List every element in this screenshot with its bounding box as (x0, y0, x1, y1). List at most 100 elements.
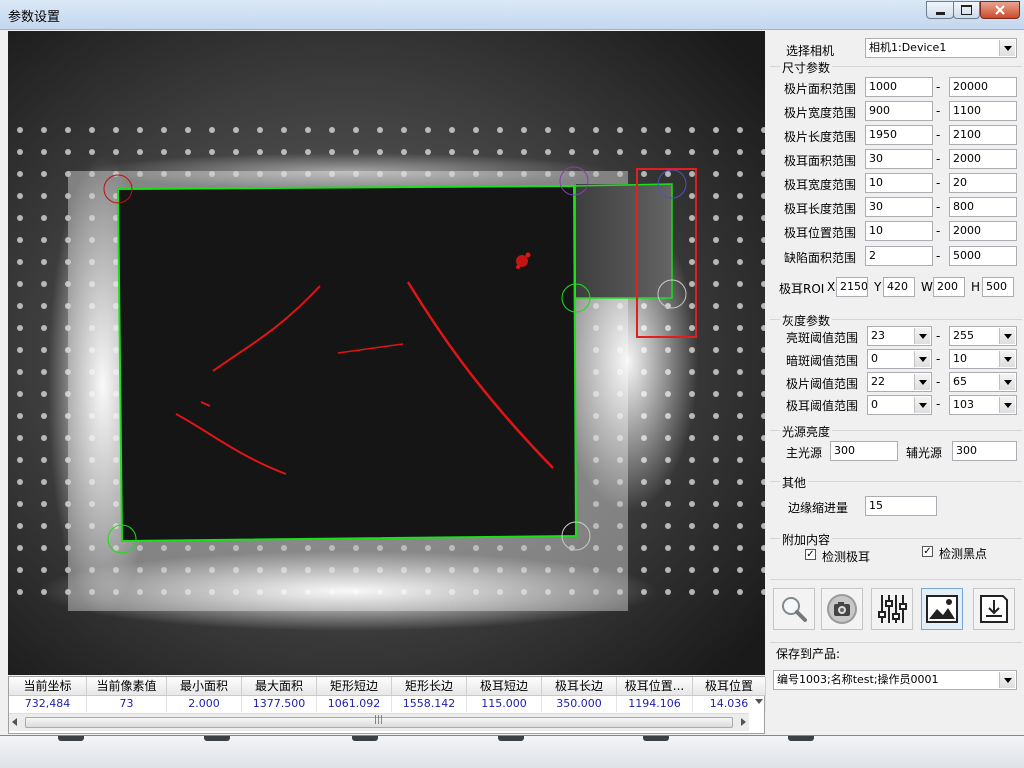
column-header[interactable]: 极耳短边 (467, 677, 542, 695)
column-header[interactable]: 极耳长边 (542, 677, 617, 695)
dark-max-select[interactable]: 10 (949, 349, 1017, 369)
tab-length-min-input[interactable]: 30 (865, 197, 933, 217)
taskbar-item-marker[interactable] (643, 735, 669, 741)
image-viewer[interactable] (8, 31, 765, 675)
column-header[interactable]: 矩形短边 (317, 677, 392, 695)
width-min-input[interactable]: 900 (865, 101, 933, 121)
tab-position-max-input[interactable]: 2000 (949, 221, 1017, 241)
sheet-max-select[interactable]: 65 (949, 372, 1017, 392)
tab-area-max-input[interactable]: 2000 (949, 149, 1017, 169)
param-label: 极片宽度范围 (784, 106, 857, 120)
table-cell: 73 (87, 696, 167, 712)
defect-area-max-input[interactable]: 5000 (949, 246, 1017, 266)
camera-icon (827, 594, 857, 624)
image-button[interactable] (921, 588, 963, 630)
tab-length-max-input[interactable]: 800 (949, 197, 1017, 217)
tab-position-min-input[interactable]: 10 (865, 221, 933, 241)
range-dash: - (936, 128, 941, 142)
camera-select[interactable]: 相机1:Device1 (865, 38, 1017, 58)
chevron-down-icon (999, 351, 1015, 367)
bright-max-select[interactable]: 255 (949, 326, 1017, 346)
column-header[interactable]: 极耳位置 (693, 677, 766, 695)
minimize-button[interactable] (926, 1, 954, 19)
column-header[interactable]: 矩形长边 (392, 677, 467, 695)
close-button[interactable] (980, 1, 1020, 19)
tab-width-min-input[interactable]: 10 (865, 173, 933, 193)
taskbar-item-marker[interactable] (204, 735, 230, 741)
chevron-down-icon (999, 374, 1015, 390)
area-min-input[interactable]: 1000 (865, 77, 933, 97)
camera-image (8, 31, 765, 675)
group-title: 其他 (780, 474, 809, 491)
taskbar-item-marker[interactable] (352, 735, 378, 741)
zoom-button[interactable] (773, 588, 815, 630)
tab-min-select[interactable]: 0 (867, 395, 932, 415)
column-header[interactable]: 当前像素值 (87, 677, 167, 695)
range-dash: - (936, 104, 941, 118)
aux-light-input[interactable]: 300 (952, 441, 1017, 461)
table-cell: 732,484 (9, 696, 87, 712)
column-header[interactable]: 最大面积 (242, 677, 317, 695)
detect-dot-label: 检测黑点 (939, 547, 988, 561)
dark-min-select[interactable]: 0 (867, 349, 932, 369)
defect-area-min-input[interactable]: 2 (865, 246, 933, 266)
taskbar-item-marker[interactable] (788, 735, 814, 741)
length-max-input[interactable]: 2100 (949, 125, 1017, 145)
scroll-left-arrow[interactable] (12, 718, 17, 726)
sheet-min-select[interactable]: 22 (867, 372, 932, 392)
roi-w-input[interactable]: 200 (933, 277, 965, 297)
column-header[interactable]: 当前坐标 (9, 677, 87, 695)
save-button[interactable] (973, 588, 1015, 630)
tab-max-select[interactable]: 103 (949, 395, 1017, 415)
taskbar-item-marker[interactable] (498, 735, 524, 741)
other-group: 其他 (770, 474, 1022, 491)
scroll-down-arrow[interactable] (755, 699, 763, 704)
range-dash: - (936, 249, 941, 263)
param-label: 极片长度范围 (784, 130, 857, 144)
settings-window: 参数设置 当前坐标 当前像素值 最小面积 最大面积 矩形短边 矩形长边 极耳短边… (0, 0, 1024, 735)
select-value: 0 (871, 398, 878, 411)
param-label: 缺陷面积范围 (784, 251, 857, 265)
range-dash: - (936, 329, 941, 343)
select-value: 10 (953, 352, 967, 365)
table-cell: 1558.142 (392, 696, 467, 712)
tab-area-min-input[interactable]: 30 (865, 149, 933, 169)
select-value: 0 (871, 352, 878, 365)
roi-x-input[interactable]: 2150 (836, 277, 868, 297)
taskbar-item-marker[interactable] (58, 735, 84, 741)
detect-tab-checkbox[interactable]: ✓ (805, 549, 816, 560)
param-label: 极耳长度范围 (784, 202, 857, 216)
roi-h-input[interactable]: 500 (982, 277, 1014, 297)
chevron-down-icon (914, 328, 930, 344)
table-row[interactable]: 732,484 73 2.000 1377.500 1061.092 1558.… (9, 696, 766, 712)
adjust-button[interactable] (871, 588, 913, 630)
chevron-down-icon (999, 397, 1015, 413)
param-label: 极耳面积范围 (784, 154, 857, 168)
scroll-thumb[interactable]: ||| (25, 715, 733, 728)
group-title: 光源亮度 (780, 423, 833, 440)
area-max-input[interactable]: 20000 (949, 77, 1017, 97)
edge-shrink-input[interactable]: 15 (865, 496, 937, 516)
select-value: 65 (953, 375, 967, 388)
results-table[interactable]: 当前坐标 当前像素值 最小面积 最大面积 矩形短边 矩形长边 极耳短边 极耳长边… (8, 676, 766, 734)
column-header[interactable]: 极耳位置... (617, 677, 693, 695)
capture-button[interactable] (821, 588, 863, 630)
scroll-right-arrow[interactable] (741, 718, 746, 726)
roi-y-input[interactable]: 420 (883, 277, 915, 297)
table-cell: 1377.500 (242, 696, 317, 712)
tab-width-max-input[interactable]: 20 (949, 173, 1017, 193)
camera-select-value: 相机1:Device1 (869, 41, 947, 54)
maximize-button[interactable] (953, 1, 980, 19)
column-header[interactable]: 最小面积 (167, 677, 242, 695)
main-light-input[interactable]: 300 (830, 441, 898, 461)
roi-y-label: Y (874, 280, 882, 294)
width-max-input[interactable]: 1100 (949, 101, 1017, 121)
horizontal-scrollbar[interactable]: ||| (9, 713, 749, 731)
length-min-input[interactable]: 1950 (865, 125, 933, 145)
table-cell: 115.000 (467, 696, 542, 712)
save-icon (980, 595, 1008, 623)
minimize-icon (935, 11, 945, 15)
product-select[interactable]: 编号1003;名称test;操作员0001 (773, 670, 1017, 690)
detect-dot-checkbox[interactable]: ✓ (922, 546, 933, 557)
bright-min-select[interactable]: 23 (867, 326, 932, 346)
